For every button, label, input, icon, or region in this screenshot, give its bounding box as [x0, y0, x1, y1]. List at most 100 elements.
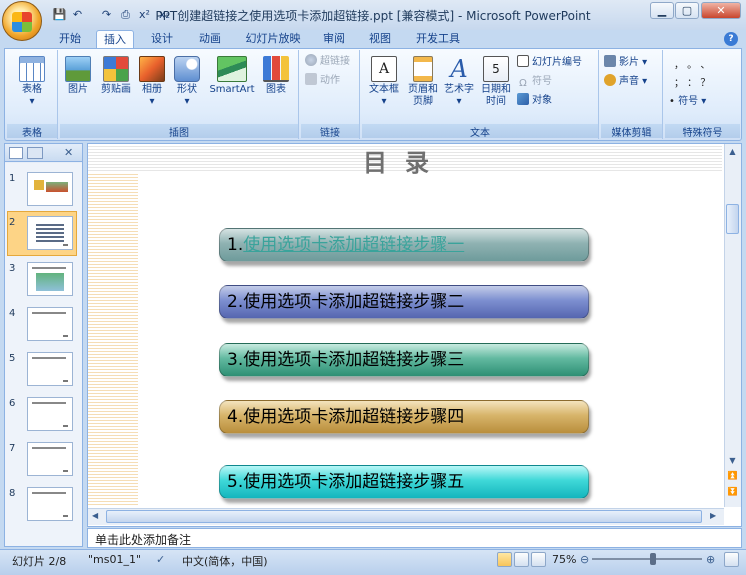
scroll-down-icon[interactable]: ▼: [726, 455, 739, 467]
zoom-level[interactable]: 75%: [552, 553, 576, 566]
movie-button[interactable]: 影片 ▾: [604, 55, 647, 71]
zoom-slider-thumb[interactable]: [650, 553, 656, 565]
slide-number-button[interactable]: 幻灯片编号: [517, 55, 582, 71]
tab-review[interactable]: 审阅: [316, 30, 352, 48]
slideshow-view-icon[interactable]: [531, 552, 546, 567]
object-button[interactable]: 对象: [517, 93, 552, 109]
slide-thumb-7[interactable]: [27, 442, 73, 476]
tab-design[interactable]: 设计: [142, 30, 182, 48]
hyperlink-label: 超链接: [320, 56, 350, 67]
slide-thumb-4[interactable]: [27, 307, 73, 341]
tab-animation[interactable]: 动画: [190, 30, 230, 48]
fit-to-window-icon[interactable]: [724, 552, 739, 567]
slides-tab-icon[interactable]: [9, 147, 23, 159]
slide-canvas[interactable]: 目录 1.使用选项卡添加超链接步骤一 2.使用选项卡添加超链接步骤二 3.使用选…: [88, 144, 722, 507]
smartart-button[interactable]: SmartArt: [208, 56, 256, 96]
next-slide-icon[interactable]: ⏬: [726, 486, 739, 498]
toc-item-1[interactable]: 1.使用选项卡添加超链接步骤一: [219, 228, 589, 262]
group-label-illustrations: 插图: [60, 124, 298, 139]
slide-sorter-icon[interactable]: [514, 552, 529, 567]
special-symbol-button[interactable]: • 符号 ▾: [669, 94, 706, 110]
tab-view[interactable]: 视图: [362, 30, 398, 48]
toc-item-1-link[interactable]: 使用选项卡添加超链接步骤一: [243, 235, 464, 255]
slide-number-icon: [517, 55, 529, 67]
close-window-button[interactable]: ✕: [701, 2, 741, 19]
chart-label: 图表: [266, 84, 286, 95]
header-footer-label-2: 页脚: [413, 96, 433, 107]
special-symbol-label: 符号: [678, 96, 699, 107]
zoom-slider[interactable]: [592, 558, 702, 560]
scroll-left-icon[interactable]: ◀: [92, 511, 98, 520]
hyperlink-button[interactable]: 超链接: [305, 54, 350, 70]
slide-title[interactable]: 目录: [88, 144, 722, 178]
vertical-scrollbar[interactable]: [724, 144, 741, 507]
minimize-button[interactable]: ▁: [650, 2, 674, 19]
table-label: 表格: [22, 84, 42, 95]
sound-icon: [604, 74, 616, 86]
language-indicator[interactable]: 中文(简体，中国): [182, 553, 268, 569]
wordart-button[interactable]: A 艺术字 ▾: [442, 56, 476, 108]
toc-item-1-number: 1.: [227, 235, 244, 255]
shapes-icon: [174, 56, 200, 82]
scroll-up-icon[interactable]: ▲: [726, 146, 739, 158]
shapes-button[interactable]: 形状 ▾: [172, 56, 202, 108]
wordart-icon: A: [450, 55, 468, 83]
special-symbols-row1[interactable]: ， 。 、: [674, 58, 710, 74]
spellcheck-icon[interactable]: ✓: [156, 553, 165, 566]
smartart-icon: [217, 56, 247, 82]
clipart-button[interactable]: 剪贴画: [98, 56, 134, 96]
prev-slide-icon[interactable]: ⏫: [726, 470, 739, 482]
slide-thumb-8[interactable]: [27, 487, 73, 521]
slide-thumb-6[interactable]: [27, 397, 73, 431]
header-footer-label-1: 页眉和: [408, 84, 438, 95]
symbol-button[interactable]: Ω 符号: [517, 74, 552, 90]
calendar-icon: 5: [483, 56, 509, 82]
album-button[interactable]: 相册 ▾: [138, 56, 166, 108]
tab-insert[interactable]: 插入: [96, 30, 134, 48]
slide-thumb-2[interactable]: [27, 216, 73, 250]
outline-tab-icon[interactable]: [27, 147, 43, 159]
maximize-button[interactable]: ▢: [675, 2, 699, 19]
thumb-number: 1: [9, 173, 16, 184]
vertical-scroll-thumb[interactable]: [726, 204, 739, 234]
toc-item-2[interactable]: 2.使用选项卡添加超链接步骤二: [219, 285, 589, 319]
thumb-number: 5: [9, 353, 16, 364]
slide-indicator: 幻灯片 2/8: [12, 555, 67, 568]
textbox-button[interactable]: A 文本框 ▾: [366, 56, 402, 108]
action-button[interactable]: 动作: [305, 73, 340, 89]
clipart-icon: [103, 56, 129, 82]
tab-home[interactable]: 开始: [52, 30, 88, 48]
theme-name: "ms01_1": [88, 553, 142, 566]
slide-thumb-5[interactable]: [27, 352, 73, 386]
clipart-label: 剪贴画: [101, 84, 131, 95]
sound-button[interactable]: 声音 ▾: [604, 74, 647, 90]
group-label-tables: 表格: [7, 124, 57, 139]
object-label: 对象: [532, 95, 552, 106]
toc-item-5[interactable]: 5.使用选项卡添加超链接步骤五: [219, 465, 589, 499]
help-icon[interactable]: ?: [724, 32, 738, 46]
tab-slideshow[interactable]: 幻灯片放映: [240, 30, 306, 48]
toc-item-3[interactable]: 3.使用选项卡添加超链接步骤三: [219, 343, 589, 377]
group-label-links: 链接: [301, 124, 359, 139]
group-label-text: 文本: [362, 124, 598, 139]
scroll-right-icon[interactable]: ▶: [710, 511, 716, 520]
slide-thumb-1[interactable]: [27, 172, 73, 206]
zoom-out-icon[interactable]: ⊖: [580, 553, 589, 566]
header-footer-button[interactable]: 页眉和 页脚: [405, 56, 441, 108]
panel-close-icon[interactable]: ✕: [64, 146, 73, 159]
tab-developer[interactable]: 开发工具: [410, 30, 466, 48]
table-button[interactable]: 表格 ▾: [12, 56, 52, 108]
picture-button[interactable]: 图片: [63, 56, 93, 96]
datetime-button[interactable]: 5 日期和 时间: [478, 56, 514, 108]
normal-view-icon[interactable]: [497, 552, 512, 567]
special-symbols-row2[interactable]: ； ： ？: [674, 76, 710, 92]
office-button[interactable]: [2, 1, 42, 41]
horizontal-scroll-thumb[interactable]: [106, 510, 702, 523]
zoom-in-icon[interactable]: ⊕: [706, 553, 715, 566]
movie-label: 影片: [619, 57, 639, 68]
slide-thumb-3[interactable]: [27, 262, 73, 296]
notes-placeholder[interactable]: 单击此处添加备注: [95, 531, 191, 548]
textbox-icon: A: [371, 56, 397, 82]
chart-button[interactable]: 图表: [262, 56, 290, 96]
toc-item-4[interactable]: 4.使用选项卡添加超链接步骤四: [219, 400, 589, 434]
